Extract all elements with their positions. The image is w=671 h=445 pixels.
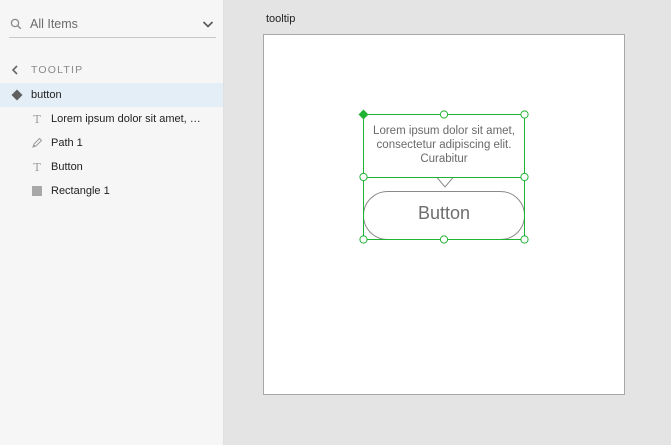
handle-middle-right[interactable] <box>520 172 529 182</box>
layer-row-tooltip-text[interactable]: T Lorem ipsum dolor sit amet, consectetu… <box>0 107 223 131</box>
chevron-down-icon[interactable] <box>201 17 215 31</box>
layer-label: Rectangle 1 <box>51 185 110 197</box>
search-icon <box>10 18 22 29</box>
handle-bottom-left[interactable] <box>359 235 368 244</box>
layer-filter-dropdown[interactable]: All Items <box>9 10 216 38</box>
layer-row-rectangle[interactable]: Rectangle 1 <box>0 179 223 203</box>
handle-bottom-middle[interactable] <box>439 235 449 244</box>
handle-top-middle[interactable] <box>439 110 449 119</box>
handle-middle-left[interactable] <box>359 172 368 182</box>
layer-row-button-group[interactable]: button <box>0 83 223 107</box>
group-diamond-icon <box>11 89 23 101</box>
layer-label: button <box>31 89 62 101</box>
tooltip-text[interactable]: Lorem ipsum dolor sit amet, consectetur … <box>366 124 522 166</box>
handle-bottom-right[interactable] <box>520 235 529 244</box>
breadcrumb-back[interactable]: TOOLTIP <box>9 61 83 79</box>
artboard-title[interactable]: tooltip <box>266 13 295 25</box>
text-icon: T <box>33 160 41 174</box>
rectangle-icon <box>31 185 43 197</box>
layer-label: Path 1 <box>51 137 83 149</box>
pen-path-icon <box>31 137 43 149</box>
button-label-text[interactable]: Button <box>364 203 524 224</box>
filter-label: All Items <box>30 16 78 31</box>
layer-row-path[interactable]: Path 1 <box>0 131 223 155</box>
breadcrumb-label: TOOLTIP <box>31 64 84 76</box>
text-icon: T <box>33 112 41 126</box>
layer-row-button-text[interactable]: T Button <box>0 155 223 179</box>
layers-panel: All Items TOOLTIP button T Lorem ipsum d… <box>0 0 224 445</box>
chevron-left-icon <box>11 65 18 75</box>
handle-top-right[interactable] <box>520 110 529 119</box>
layer-label: Lorem ipsum dolor sit amet, consectetur … <box>51 113 201 125</box>
layer-label: Button <box>51 161 83 173</box>
